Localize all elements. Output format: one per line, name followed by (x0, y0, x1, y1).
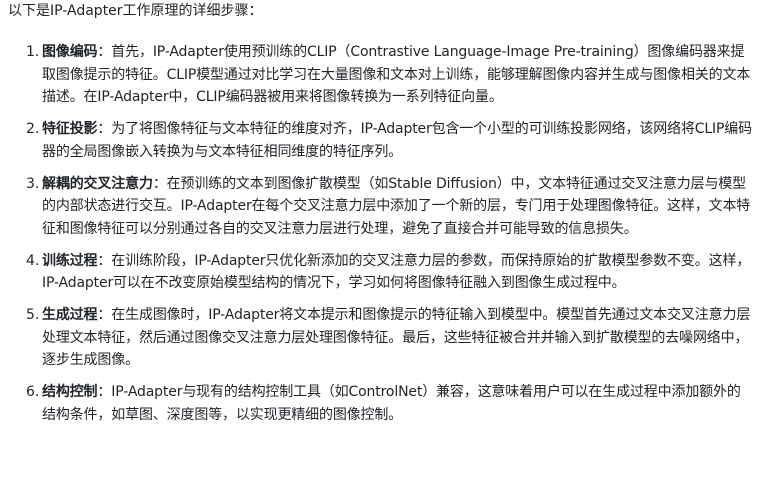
list-item-step-4: 4. 训练过程：在训练阶段，IP-Adapter只优化新添加的交叉注意力层的参数，… (8, 250, 761, 295)
list-number: 1. (26, 44, 40, 60)
list-item-step-6: 6. 结构控制：IP-Adapter与现有的结构控制工具（如ControlNet）… (8, 381, 761, 426)
step-separator: ： (152, 175, 167, 192)
document: 以下是IP-Adapter工作原理的详细步骤： 1. 图像编码：首先，IP-Ada… (0, 0, 761, 494)
step-term: 特征投影 (42, 121, 98, 137)
step-separator: ： (97, 44, 112, 60)
step-description: 在训练阶段，IP-Adapter只优化新添加的交叉注意力层的参数，而保持原始的扩… (42, 252, 751, 292)
steps-list: 1. 图像编码：首先，IP-Adapter使用预训练的CLIP（Contrasti… (8, 41, 761, 426)
step-separator: ： (97, 384, 112, 400)
list-item-step-5: 5. 生成过程：在生成图像时，IP-Adapter将文本提示和图像提示的特征输入到… (8, 304, 761, 372)
list-number: 5. (26, 307, 40, 323)
list-number: 3. (26, 175, 40, 192)
intro-text: 以下是IP-Adapter工作原理的详细步骤： (8, 3, 263, 19)
list-item-step-1: 1. 图像编码：首先，IP-Adapter使用预训练的CLIP（Contrasti… (8, 41, 761, 109)
list-item-step-3: 3. 解耦的交叉注意力：在预训练的文本到图像扩散模型（如Stable Diffus… (8, 173, 761, 241)
list-number: 2. (26, 121, 40, 137)
step-term: 图像编码 (42, 44, 98, 60)
step-term: 解耦的交叉注意力 (42, 175, 153, 192)
step-description: IP-Adapter与现有的结构控制工具（如ControlNet）兼容，这意味着… (42, 384, 741, 423)
step-description: 在生成图像时，IP-Adapter将文本提示和图像提示的特征输入到模型中。模型首… (42, 307, 751, 368)
step-description: 首先，IP-Adapter使用预训练的CLIP（Contrastive Lang… (42, 44, 751, 105)
step-separator: ： (97, 121, 112, 137)
step-separator: ： (97, 252, 112, 269)
step-separator: ： (97, 307, 112, 323)
step-term: 结构控制 (42, 384, 98, 400)
list-item-step-2: 2. 特征投影：为了将图像特征与文本特征的维度对齐，IP-Adapter包含一个小… (8, 118, 761, 163)
step-term: 训练过程 (42, 252, 98, 269)
list-number: 6. (26, 384, 40, 400)
step-description: 为了将图像特征与文本特征的维度对齐，IP-Adapter包含一个小型的可训练投影… (42, 121, 753, 160)
step-term: 生成过程 (42, 307, 98, 323)
list-number: 4. (26, 252, 40, 269)
